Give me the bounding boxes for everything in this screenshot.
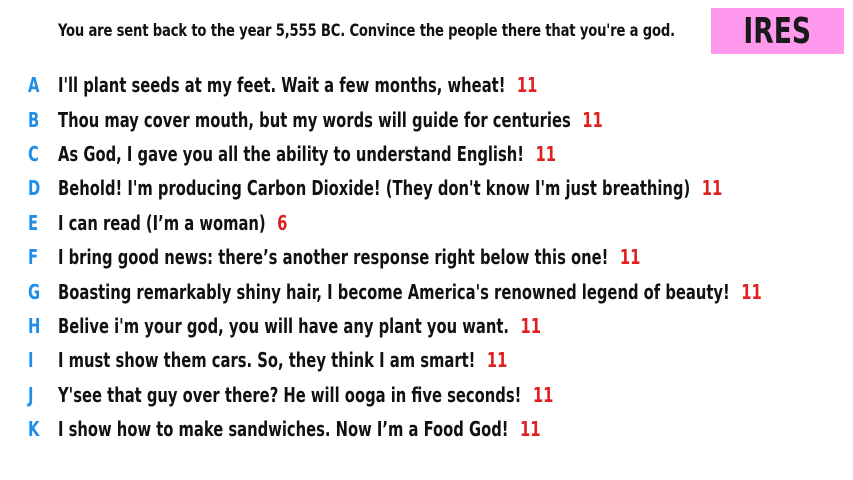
answer-row-c: C As God, I gave you all the ability to … (28, 137, 853, 171)
answer-row-g: G Boasting remarkably shiny hair, I beco… (28, 274, 853, 308)
answer-score: 11 (516, 73, 538, 98)
answer-letter: G (28, 279, 41, 304)
answer-score: 11 (520, 313, 542, 338)
answer-row-h: H Belive i'm your god, you will have any… (28, 309, 853, 343)
answer-row-i: I I must show them cars. So, they think … (28, 343, 853, 377)
answer-score: 11 (741, 279, 762, 304)
answer-row-b: B Thou may cover mouth, but my words wil… (28, 102, 853, 136)
answer-score: 11 (701, 176, 723, 201)
answer-letter: F (28, 245, 39, 270)
answer-text: I bring good news: there’s another respo… (58, 245, 609, 270)
answer-list: A I'll plant seeds at my feet. Wait a fe… (28, 68, 853, 446)
answer-letter: A (28, 73, 40, 98)
answer-letter: K (28, 417, 40, 442)
answer-text: I can read (I’m a woman) (58, 210, 266, 235)
answer-text: Y'see that guy over there? He will ooga … (58, 382, 522, 407)
answer-score: 11 (582, 107, 603, 132)
answer-letter: J (28, 382, 34, 407)
answer-text: Boasting remarkably shiny hair, I become… (58, 279, 730, 304)
answer-text: Belive i'm your god, you will have any p… (58, 313, 510, 338)
answer-row-e: E I can read (I’m a woman) 6 (28, 206, 853, 240)
answer-text: I'll plant seeds at my feet. Wait a few … (58, 73, 506, 98)
answer-text: I must show them cars. So, they think I … (58, 348, 476, 373)
answer-row-j: J Y'see that guy over there? He will oog… (28, 378, 853, 412)
answer-score: 11 (519, 417, 541, 442)
answer-text: Thou may cover mouth, but my words will … (58, 107, 571, 132)
answer-row-a: A I'll plant seeds at my feet. Wait a fe… (28, 68, 853, 102)
answer-text: As God, I gave you all the ability to un… (58, 141, 525, 166)
answer-score: 11 (535, 141, 557, 166)
answer-score: 11 (532, 382, 554, 407)
prompt-text: You are sent back to the year 5,555 BC. … (58, 21, 675, 41)
answer-score: 11 (619, 245, 641, 270)
answer-text: I show how to make sandwiches. Now I’m a… (58, 417, 509, 442)
answer-letter: E (28, 210, 39, 235)
answer-letter: I (28, 348, 34, 373)
answer-score: 11 (486, 348, 508, 373)
answer-score: 6 (277, 210, 288, 235)
answer-letter: B (28, 107, 40, 132)
ires-badge: IRES (711, 8, 844, 54)
answer-letter: D (28, 176, 41, 201)
badge-label: IRES (743, 10, 812, 52)
answer-row-k: K I show how to make sandwiches. Now I’m… (28, 412, 853, 446)
answer-letter: C (28, 141, 39, 166)
answer-letter: H (28, 313, 41, 338)
answer-row-d: D Behold! I'm producing Carbon Dioxide! … (28, 171, 853, 205)
answer-text: Behold! I'm producing Carbon Dioxide! (T… (58, 176, 691, 201)
answer-row-f: F I bring good news: there’s another res… (28, 240, 853, 274)
